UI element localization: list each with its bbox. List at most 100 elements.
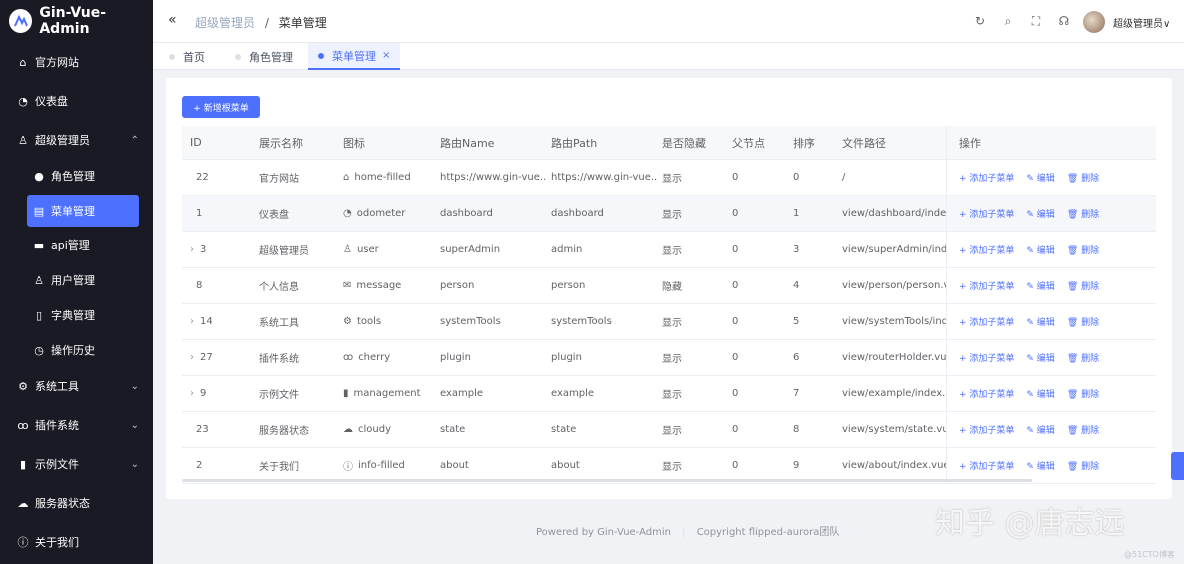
breadcrumb-parent[interactable]: 超级管理员: [195, 16, 255, 30]
settings-drawer-toggle[interactable]: [1171, 452, 1184, 480]
add-child-menu-button[interactable]: + 添加子菜单: [959, 459, 1014, 472]
cell-hidden: 显示: [662, 426, 682, 437]
cell-route-name: systemTools: [440, 316, 501, 327]
edit-button[interactable]: ✎ 编辑: [1026, 387, 1054, 400]
add-root-menu-button[interactable]: + 新增根菜单: [182, 96, 260, 118]
refresh-icon[interactable]: ↻: [973, 14, 987, 29]
expand-icon[interactable]: ›: [190, 388, 194, 399]
cell-parent: 0: [732, 388, 739, 399]
delete-button[interactable]: 🗑 删除: [1067, 423, 1099, 436]
watermark-small: @51CTO博客: [1124, 550, 1175, 559]
edit-button[interactable]: ✎ 编辑: [1026, 279, 1054, 292]
cell-sort: 0: [793, 172, 800, 183]
table-row[interactable]: › 3 超级管理员 ♙ user superAdmin admin 显示 0 3 view/supe…: [182, 232, 1156, 268]
cell-route-name: about: [440, 460, 469, 471]
cell-parent: 0: [732, 352, 739, 363]
sidebar-item-dashboard[interactable]: ◔ 仪表盘: [0, 84, 153, 118]
edit-button[interactable]: ✎ 编辑: [1026, 351, 1054, 364]
table-row[interactable]: › 9 示例文件 ▮ management example example 显示 0 7 view/…: [182, 376, 1156, 412]
sidebar-item-system-tools[interactable]: ⚙ 系统工具 ⌄: [0, 369, 153, 403]
logo[interactable]: Gin-Vue-Admin: [0, 0, 153, 42]
sidebar-item-about[interactable]: ⓘ 关于我们: [0, 525, 153, 559]
cell-actions: + 添加子菜单 ✎ 编辑 🗑 删除: [946, 304, 1156, 339]
sidebar-item-label: 示例文件: [35, 458, 79, 471]
add-child-menu-button[interactable]: + 添加子菜单: [959, 279, 1014, 292]
edit-button[interactable]: ✎ 编辑: [1026, 171, 1054, 184]
cell-name: 仪表盘: [259, 210, 289, 221]
headset-icon[interactable]: ☊: [1057, 14, 1071, 29]
sidebar-item-super-admin[interactable]: ♙ 超级管理员 ⌃: [0, 123, 153, 157]
add-child-menu-button[interactable]: + 添加子菜单: [959, 171, 1014, 184]
tab-role[interactable]: 角色管理: [225, 43, 303, 70]
breadcrumb-separator: /: [264, 16, 269, 30]
add-child-menu-button[interactable]: + 添加子菜单: [959, 351, 1014, 364]
table-row[interactable]: 22 官方网站 ⌂ home-filled https://www.gin-vue...…: [182, 160, 1156, 196]
add-child-menu-button[interactable]: + 添加子菜单: [959, 423, 1014, 436]
cell-id: 22: [190, 160, 250, 195]
add-child-menu-button[interactable]: + 添加子菜单: [959, 243, 1014, 256]
close-icon[interactable]: ×: [382, 50, 390, 61]
cell-name: 关于我们: [259, 462, 299, 473]
sidebar-item-label: 超级管理员: [35, 134, 90, 147]
id-value: 23: [196, 424, 209, 435]
table-row[interactable]: › 27 插件系统 ꝏ cherry plugin plugin 显示 0 6 view/route…: [182, 340, 1156, 376]
delete-button[interactable]: 🗑 删除: [1067, 387, 1099, 400]
table-row[interactable]: › 14 系统工具 ⚙ tools systemTools systemTools 显示 0 5 v…: [182, 304, 1156, 340]
cell-actions: + 添加子菜单 ✎ 编辑 🗑 删除: [946, 376, 1156, 411]
sidebar-subitem-menu[interactable]: ▤ 菜单管理: [27, 195, 139, 227]
delete-button[interactable]: 🗑 删除: [1067, 315, 1099, 328]
chevron-down-icon: ⌄: [130, 380, 139, 392]
id-value: 14: [200, 316, 213, 327]
cell-route-path: https://www.gin-vue...: [551, 172, 657, 183]
sidebar-item-plugins[interactable]: ꝏ 插件系统 ⌄: [0, 408, 153, 442]
fullscreen-icon[interactable]: ⛶: [1029, 14, 1043, 29]
horizontal-scrollbar[interactable]: [182, 479, 1032, 482]
delete-button[interactable]: 🗑 删除: [1067, 207, 1099, 220]
search-icon[interactable]: ⌕: [1001, 14, 1015, 29]
sidebar-subitem-label: 菜单管理: [51, 205, 95, 218]
id-value: 2: [196, 460, 203, 471]
sidebar-item-official-site[interactable]: ⌂ 官方网站: [0, 45, 153, 79]
add-child-menu-button[interactable]: + 添加子菜单: [959, 207, 1014, 220]
delete-button[interactable]: 🗑 删除: [1067, 459, 1099, 472]
sidebar-subitem-user[interactable]: ♙ 用户管理: [27, 264, 139, 296]
sidebar-item-examples[interactable]: ▮ 示例文件 ⌄: [0, 447, 153, 481]
sidebar-subitem-dictionary[interactable]: ▯ 字典管理: [27, 299, 139, 331]
cell-actions: + 添加子菜单 ✎ 编辑 🗑 删除: [946, 160, 1156, 195]
delete-button[interactable]: 🗑 删除: [1067, 351, 1099, 364]
cell-route-path: person: [551, 280, 586, 291]
table-row[interactable]: 23 服务器状态 ☁ cloudy state state 显示 0 8 view/system/…: [182, 412, 1156, 448]
cell-hidden: 显示: [662, 354, 682, 365]
breadcrumb-current: 菜单管理: [278, 16, 327, 30]
sidebar-subitem-history[interactable]: ◷ 操作历史: [27, 334, 139, 366]
expand-icon[interactable]: ›: [190, 316, 194, 327]
sidebar-item-server-state[interactable]: ☁ 服务器状态: [0, 486, 153, 520]
sidebar-item-label: 官方网站: [35, 56, 79, 69]
collapse-sidebar-button[interactable]: «: [168, 12, 177, 28]
sidebar-subitem-api[interactable]: ▬ api管理: [27, 229, 139, 261]
user-dropdown[interactable]: 超级管理员∨: [1113, 15, 1170, 30]
table-row[interactable]: 8 个人信息 ✉ message person person 隐藏 0 4 view/person…: [182, 268, 1156, 304]
cell-parent: 0: [732, 424, 739, 435]
edit-button[interactable]: ✎ 编辑: [1026, 423, 1054, 436]
delete-button[interactable]: 🗑 删除: [1067, 171, 1099, 184]
tab-menu[interactable]: 菜单管理 ×: [308, 43, 401, 70]
expand-icon[interactable]: ›: [190, 352, 194, 363]
delete-button[interactable]: 🗑 删除: [1067, 243, 1099, 256]
add-child-menu-button[interactable]: + 添加子菜单: [959, 315, 1014, 328]
tab-home[interactable]: 首页: [159, 43, 215, 70]
copyright: Copyright flipped-aurora团队: [696, 527, 840, 538]
edit-button[interactable]: ✎ 编辑: [1026, 243, 1054, 256]
edit-button[interactable]: ✎ 编辑: [1026, 315, 1054, 328]
edit-button[interactable]: ✎ 编辑: [1026, 459, 1054, 472]
header-tools: ↻ ⌕ ⛶ ☊: [973, 14, 1071, 29]
sidebar-subitem-role[interactable]: ● 角色管理: [27, 160, 139, 192]
edit-button[interactable]: ✎ 编辑: [1026, 207, 1054, 220]
expand-icon[interactable]: ›: [190, 244, 194, 255]
delete-button[interactable]: 🗑 删除: [1067, 279, 1099, 292]
table-row[interactable]: 1 仪表盘 ◔ odometer dashboard dashboard 显示 0 1 view/…: [182, 196, 1156, 232]
add-child-menu-button[interactable]: + 添加子菜单: [959, 387, 1014, 400]
cell-file-path: view/systemTools/index.v: [842, 316, 946, 327]
cloudy-icon: ☁: [343, 424, 353, 435]
avatar[interactable]: [1083, 11, 1105, 33]
